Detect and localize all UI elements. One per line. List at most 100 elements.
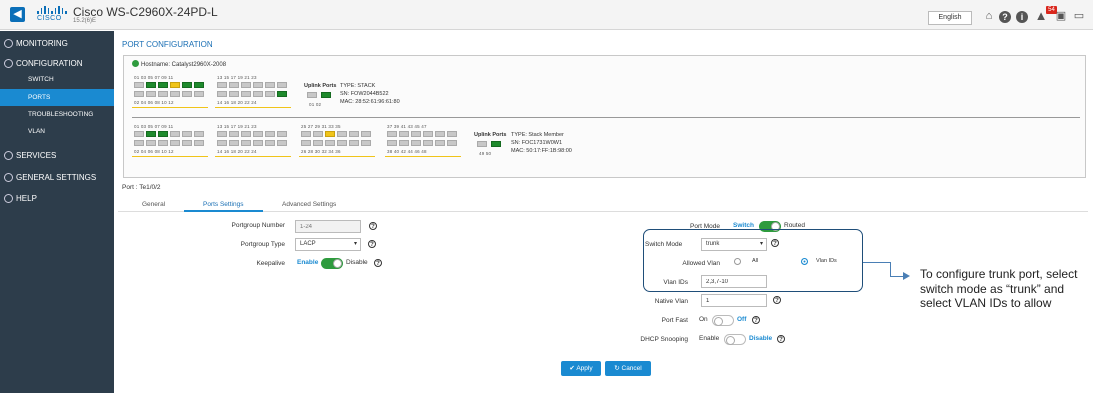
- port[interactable]: [399, 131, 409, 137]
- portgroup-type-select[interactable]: LACP ▾: [295, 238, 361, 251]
- port[interactable]: [182, 131, 192, 137]
- help-icon[interactable]: ?: [368, 240, 376, 248]
- nav-monitoring[interactable]: MONITORING: [0, 34, 114, 54]
- uplink-port[interactable]: [491, 141, 501, 147]
- help-icon[interactable]: ?: [777, 335, 785, 343]
- port[interactable]: [134, 131, 144, 137]
- port[interactable]: [265, 131, 275, 137]
- port[interactable]: [447, 140, 457, 146]
- port[interactable]: [253, 131, 263, 137]
- port[interactable]: [217, 82, 227, 88]
- port[interactable]: [146, 140, 156, 146]
- port[interactable]: [337, 131, 347, 137]
- port[interactable]: [146, 82, 156, 88]
- port[interactable]: [217, 131, 227, 137]
- port[interactable]: [229, 131, 239, 137]
- port[interactable]: [146, 91, 156, 97]
- nav-services[interactable]: SERVICES: [0, 146, 114, 166]
- port[interactable]: [253, 140, 263, 146]
- port[interactable]: [217, 140, 227, 146]
- port[interactable]: [229, 91, 239, 97]
- port[interactable]: [194, 131, 204, 137]
- port[interactable]: [217, 91, 227, 97]
- port[interactable]: [277, 140, 287, 146]
- cancel-button[interactable]: ↻ Cancel: [605, 361, 651, 376]
- port[interactable]: [253, 91, 263, 97]
- port[interactable]: [170, 131, 180, 137]
- port[interactable]: [423, 140, 433, 146]
- tab-advanced-settings[interactable]: Advanced Settings: [282, 201, 336, 208]
- port[interactable]: [411, 131, 421, 137]
- nav-switch[interactable]: SWITCH: [0, 71, 114, 88]
- port[interactable]: [435, 140, 445, 146]
- port[interactable]: [265, 82, 275, 88]
- port[interactable]: [158, 131, 168, 137]
- port[interactable]: [447, 131, 457, 137]
- port[interactable]: [253, 82, 263, 88]
- port[interactable]: [435, 131, 445, 137]
- monitor-icon[interactable]: ▭: [1072, 9, 1086, 23]
- nav-vlan[interactable]: VLAN: [0, 123, 114, 140]
- port[interactable]: [170, 91, 180, 97]
- port[interactable]: [325, 140, 335, 146]
- port[interactable]: [349, 131, 359, 137]
- port[interactable]: [361, 131, 371, 137]
- port[interactable]: [411, 140, 421, 146]
- port[interactable]: [182, 82, 192, 88]
- dhcp-snooping-toggle[interactable]: [724, 334, 746, 345]
- port[interactable]: [194, 91, 204, 97]
- port[interactable]: [229, 140, 239, 146]
- port[interactable]: [182, 140, 192, 146]
- port[interactable]: [241, 131, 251, 137]
- port[interactable]: [194, 82, 204, 88]
- port[interactable]: [361, 140, 371, 146]
- native-vlan-input[interactable]: [701, 294, 767, 307]
- switch-mode-select[interactable]: trunk ▾: [701, 238, 767, 251]
- port[interactable]: [423, 131, 433, 137]
- port[interactable]: [158, 82, 168, 88]
- port[interactable]: [277, 82, 287, 88]
- port[interactable]: [134, 91, 144, 97]
- port[interactable]: [277, 131, 287, 137]
- help-icon[interactable]: ?: [374, 259, 382, 267]
- help-icon[interactable]: ?: [752, 316, 760, 324]
- port[interactable]: [337, 140, 347, 146]
- port[interactable]: [134, 82, 144, 88]
- allowed-vlan-ids-radio[interactable]: [801, 258, 808, 265]
- port[interactable]: [134, 140, 144, 146]
- tab-ports-settings[interactable]: Ports Settings: [203, 201, 243, 208]
- back-arrow-icon[interactable]: ◀: [10, 7, 25, 22]
- port[interactable]: [170, 82, 180, 88]
- uplink-port[interactable]: [321, 92, 331, 98]
- help-icon[interactable]: ?: [999, 11, 1011, 23]
- nav-troubleshooting[interactable]: TROUBLESHOOTING: [0, 106, 114, 123]
- save-icon[interactable]: ▣: [1054, 9, 1068, 23]
- port[interactable]: [265, 91, 275, 97]
- nav-ports[interactable]: PORTS: [0, 89, 114, 106]
- help-icon[interactable]: ?: [773, 296, 781, 304]
- port[interactable]: [265, 140, 275, 146]
- port[interactable]: [387, 131, 397, 137]
- port[interactable]: [182, 91, 192, 97]
- portgroup-number-input[interactable]: [295, 220, 361, 233]
- port[interactable]: [387, 140, 397, 146]
- allowed-vlan-all-radio[interactable]: [734, 258, 741, 265]
- uplink-port[interactable]: [307, 92, 317, 98]
- port[interactable]: [158, 140, 168, 146]
- port[interactable]: [301, 131, 311, 137]
- help-icon[interactable]: ?: [369, 222, 377, 230]
- port[interactable]: [399, 140, 409, 146]
- port[interactable]: [170, 140, 180, 146]
- port[interactable]: [313, 140, 323, 146]
- port[interactable]: [146, 131, 156, 137]
- uplink-port[interactable]: [477, 141, 487, 147]
- port[interactable]: [241, 140, 251, 146]
- nav-general-settings[interactable]: GENERAL SETTINGS: [0, 168, 114, 188]
- nav-help[interactable]: HELP: [0, 189, 114, 209]
- keepalive-toggle[interactable]: [321, 258, 343, 269]
- apply-button[interactable]: ✔ Apply: [561, 361, 601, 376]
- port-fast-toggle[interactable]: [712, 315, 734, 326]
- port[interactable]: [229, 82, 239, 88]
- home-icon[interactable]: ⌂: [982, 9, 996, 23]
- info-icon[interactable]: i: [1016, 11, 1028, 23]
